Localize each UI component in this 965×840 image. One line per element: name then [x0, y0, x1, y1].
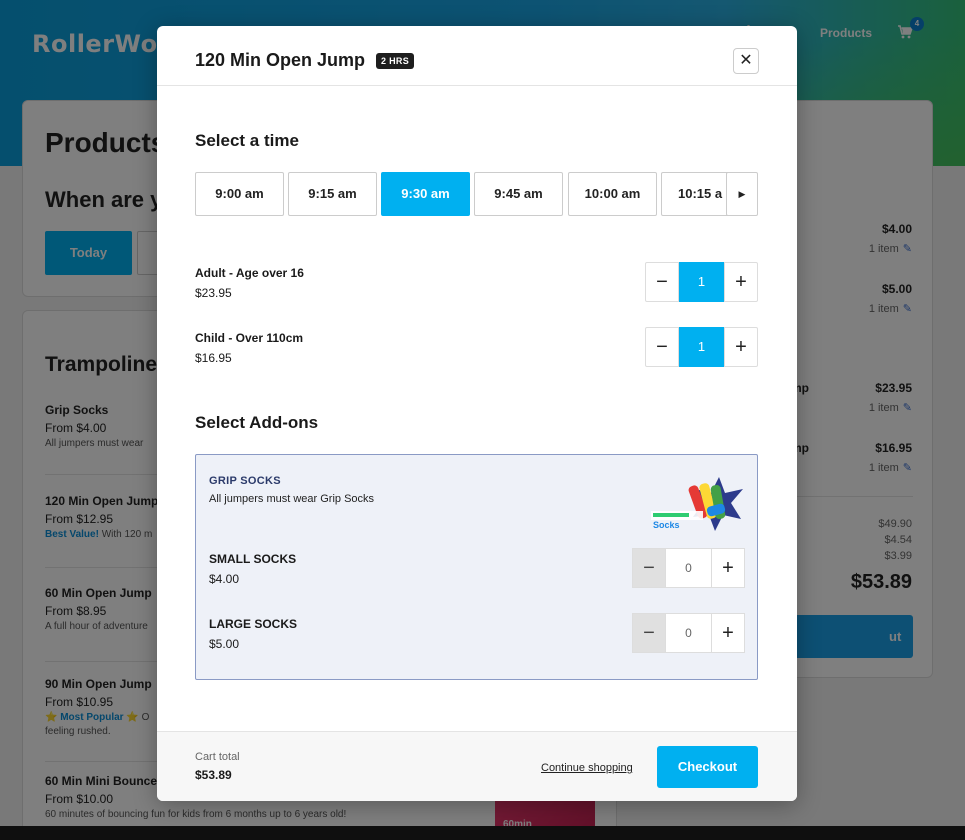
addon-description: All jumpers must wear Grip Socks — [209, 493, 375, 505]
close-button[interactable]: ✕ — [733, 48, 759, 74]
addon-item-price: $5.00 — [209, 637, 240, 651]
cart-total-value: $53.89 — [195, 768, 232, 782]
decrement-button[interactable]: − — [632, 613, 666, 653]
quantity-value[interactable]: 0 — [666, 613, 711, 653]
increment-button[interactable]: + — [711, 613, 745, 653]
quantity-value[interactable]: 1 — [679, 327, 724, 367]
time-slot-button[interactable]: 9:15 am — [288, 172, 377, 216]
modal-footer: Cart total $53.89 Continue shopping Chec… — [157, 731, 797, 801]
select-addons-heading: Select Add-ons — [195, 413, 319, 432]
decrement-button[interactable]: − — [645, 262, 679, 302]
checkout-button[interactable]: Checkout — [657, 746, 758, 788]
plus-icon: + — [735, 336, 747, 358]
ticket-name: Adult - Age over 16 — [195, 266, 304, 280]
quantity-value[interactable]: 1 — [679, 262, 724, 302]
increment-button[interactable]: + — [724, 262, 758, 302]
duration-badge: 2 HRS — [376, 53, 415, 69]
cart-total-label: Cart total — [195, 751, 240, 763]
time-slot-button[interactable]: 10:00 am — [568, 172, 657, 216]
grip-socks-image: Socks — [649, 475, 745, 535]
modal-title: 120 Min Open Jump — [195, 50, 366, 70]
quantity-stepper: − 1 + — [645, 327, 758, 367]
minus-icon: − — [643, 557, 655, 579]
plus-icon: + — [722, 557, 734, 579]
ticket-name: Child - Over 110cm — [195, 331, 304, 345]
decrement-button[interactable]: − — [645, 327, 679, 367]
time-slot-button[interactable]: 9:00 am — [195, 172, 284, 216]
product-modal: 120 Min Open Jump 2 HRS ✕ Select a time … — [157, 26, 797, 801]
time-scroll-next-button[interactable]: ▶ — [726, 172, 758, 216]
close-icon: ✕ — [739, 52, 753, 69]
minus-icon: − — [656, 336, 668, 358]
addon-item-name: LARGE SOCKS — [209, 617, 298, 631]
modal-header: 120 Min Open Jump 2 HRS ✕ — [157, 26, 797, 86]
quantity-stepper: − 0 + — [632, 548, 745, 588]
time-slot-button-selected[interactable]: 9:30 am — [381, 172, 470, 216]
ticket-price: $23.95 — [195, 286, 232, 300]
time-slot-button[interactable]: 9:45 am — [474, 172, 563, 216]
plus-icon: + — [735, 271, 747, 293]
addon-category: GRIP SOCKS — [209, 475, 281, 487]
addon-item-small-socks: SMALL SOCKS $4.00 − 0 + — [209, 548, 745, 590]
quantity-value[interactable]: 0 — [666, 548, 711, 588]
addon-item-large-socks: LARGE SOCKS $5.00 − 0 + — [209, 613, 745, 655]
ticket-row-child: Child - Over 110cm $16.95 − 1 + — [195, 327, 758, 369]
time-slot-button[interactable]: 10:15 a — [661, 172, 731, 216]
decrement-button[interactable]: − — [632, 548, 666, 588]
increment-button[interactable]: + — [711, 548, 745, 588]
grip-socks-image-label: Socks — [653, 520, 680, 530]
quantity-stepper: − 0 + — [632, 613, 745, 653]
chevron-right-icon: ▶ — [738, 189, 746, 199]
addon-group-grip-socks: GRIP SOCKS All jumpers must wear Grip So… — [195, 454, 758, 680]
time-slot-row: 9:00 am 9:15 am 9:30 am 9:45 am 10:00 am… — [195, 172, 758, 216]
minus-icon: − — [656, 271, 668, 293]
select-time-heading: Select a time — [195, 131, 299, 150]
ticket-row-adult: Adult - Age over 16 $23.95 − 1 + — [195, 262, 758, 304]
quantity-stepper: − 1 + — [645, 262, 758, 302]
addon-item-name: SMALL SOCKS — [209, 552, 297, 566]
increment-button[interactable]: + — [724, 327, 758, 367]
continue-shopping-link[interactable]: Continue shopping — [541, 762, 633, 774]
addon-item-price: $4.00 — [209, 572, 240, 586]
ticket-price: $16.95 — [195, 351, 232, 365]
minus-icon: − — [643, 622, 655, 644]
plus-icon: + — [722, 622, 734, 644]
